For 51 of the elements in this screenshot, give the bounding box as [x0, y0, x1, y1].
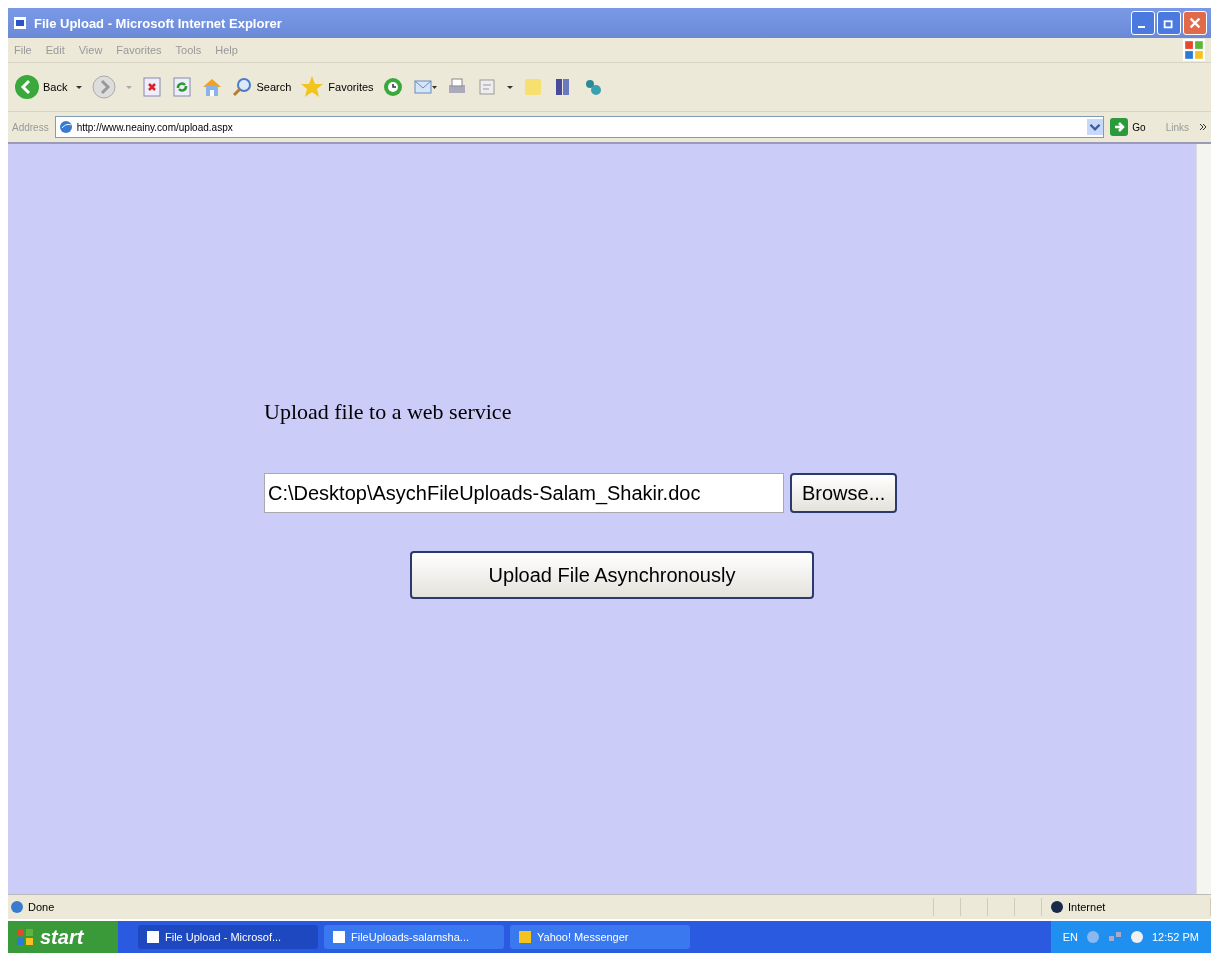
stop-button[interactable]	[141, 76, 164, 98]
menu-item[interactable]: File	[14, 44, 32, 56]
window-icon	[518, 930, 532, 944]
browser-icon	[12, 15, 28, 31]
favorites-button[interactable]: Favorites	[299, 74, 374, 100]
windows-logo-icon	[16, 928, 34, 946]
back-button[interactable]: Back	[14, 74, 68, 100]
language-indicator[interactable]: EN	[1062, 931, 1078, 943]
browse-button[interactable]: Browse...	[790, 473, 898, 513]
page-icon	[10, 900, 24, 914]
search-button[interactable]: Search	[231, 76, 292, 98]
menu-item[interactable]: Help	[215, 44, 238, 56]
close-icon	[1188, 16, 1202, 30]
page-icon	[58, 120, 73, 134]
go-button[interactable]: Go	[1110, 118, 1156, 136]
start-button[interactable]: start	[8, 921, 118, 953]
clock: 12:52 PM	[1151, 931, 1199, 943]
file-path-field[interactable]: C:\Desktop\AsychFileUploads-Salam_Shakir.doc	[264, 473, 784, 513]
links-button[interactable]: Links	[1161, 121, 1193, 133]
globe-icon	[1050, 900, 1064, 914]
security-zone: Internet	[1068, 901, 1106, 913]
refresh-button[interactable]	[171, 76, 194, 98]
taskbar-button[interactable]: FileUploads-salamsha...	[324, 925, 504, 949]
search-icon	[231, 76, 254, 98]
upload-button[interactable]: Upload File Asynchronously	[410, 551, 814, 599]
taskbar-button[interactable]: Yahoo! Messenger	[510, 925, 690, 949]
status-text: Done	[28, 901, 55, 913]
minimize-button[interactable]	[1131, 11, 1155, 35]
menu-item[interactable]: Favorites	[116, 44, 162, 56]
forward-button[interactable]	[91, 74, 118, 100]
window-icon	[332, 930, 346, 944]
menu-item[interactable]: Edit	[45, 44, 65, 56]
window-title: File Upload - Microsoft Internet Explorer	[34, 15, 283, 31]
history-button[interactable]	[381, 76, 404, 98]
menu-item[interactable]: Tools	[175, 44, 202, 56]
close-button[interactable]	[1183, 11, 1207, 35]
scrollbar[interactable]	[1196, 144, 1211, 894]
taskbar-button[interactable]: File Upload - Microsof...	[138, 925, 318, 949]
address-field[interactable]: http://www.neainy.com/upload.aspx	[54, 116, 1105, 138]
dropdown-arrow-icon[interactable]	[505, 83, 514, 91]
minimize-icon	[1137, 26, 1145, 28]
page-heading: Upload file to a web service	[264, 399, 513, 425]
window-icon	[146, 930, 160, 944]
menu-item[interactable]: View	[78, 44, 103, 56]
tray-icon[interactable]	[1085, 930, 1100, 944]
windows-logo-icon	[1183, 39, 1205, 61]
restore-button[interactable]	[1157, 11, 1181, 35]
dropdown-arrow-icon[interactable]	[75, 83, 84, 91]
address-label: Address	[12, 121, 49, 133]
chevron-icon[interactable]	[1199, 123, 1207, 131]
messenger-tray-icon[interactable]	[1129, 930, 1144, 944]
